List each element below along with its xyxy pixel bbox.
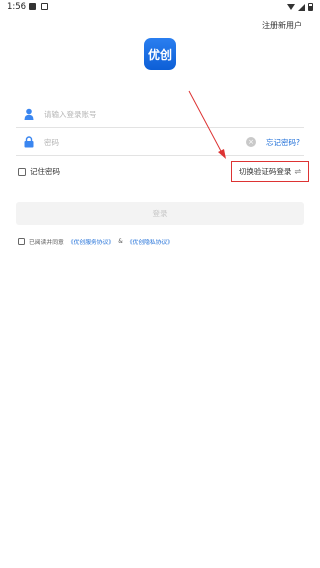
switch-code-login-label: 切换验证码登录	[238, 167, 292, 176]
swap-icon: ⇌	[294, 167, 302, 176]
privacy-agreement-link[interactable]: 《优创隐私协议》	[127, 237, 173, 246]
agreement-checkbox[interactable]	[18, 238, 25, 245]
app-notification-icon	[41, 3, 48, 10]
lock-icon	[24, 136, 34, 148]
user-icon	[24, 108, 34, 120]
remember-label: 记住密码	[30, 167, 60, 176]
clear-password-icon[interactable]: ×	[246, 137, 256, 147]
password-input[interactable]	[44, 135, 244, 149]
signal-icon	[298, 3, 305, 11]
agreement-row: 已阅读并同意 《优创服务协议》 & 《优创隐私协议》	[18, 237, 173, 246]
login-button[interactable]: 登录	[16, 202, 304, 225]
app-logo: 优创	[144, 38, 176, 70]
agreement-amp: &	[118, 238, 123, 245]
service-agreement-link[interactable]: 《优创服务协议》	[68, 237, 114, 246]
status-bar: 1:56	[0, 0, 320, 14]
logo-text: 优创	[147, 47, 172, 62]
username-row	[16, 100, 304, 128]
agreement-prefix: 已阅读并同意	[29, 240, 64, 246]
annotation-arrow	[188, 90, 226, 159]
remember-checkbox[interactable]	[18, 167, 26, 176]
forgot-password-link[interactable]: 忘记密码?	[266, 137, 300, 148]
status-time: 1:56	[7, 2, 27, 12]
remember-password[interactable]: 记住密码	[18, 166, 60, 177]
wifi-icon	[287, 4, 295, 10]
switch-code-login-button[interactable]: 切换验证码登录 ⇌	[231, 161, 309, 182]
username-input[interactable]	[44, 107, 244, 121]
notification-icons	[29, 3, 48, 10]
password-row: × 忘记密码?	[16, 128, 304, 156]
system-icons	[287, 3, 313, 11]
image-notification-icon	[29, 3, 36, 10]
battery-icon	[308, 3, 313, 11]
register-link[interactable]: 注册新用户	[262, 20, 302, 31]
